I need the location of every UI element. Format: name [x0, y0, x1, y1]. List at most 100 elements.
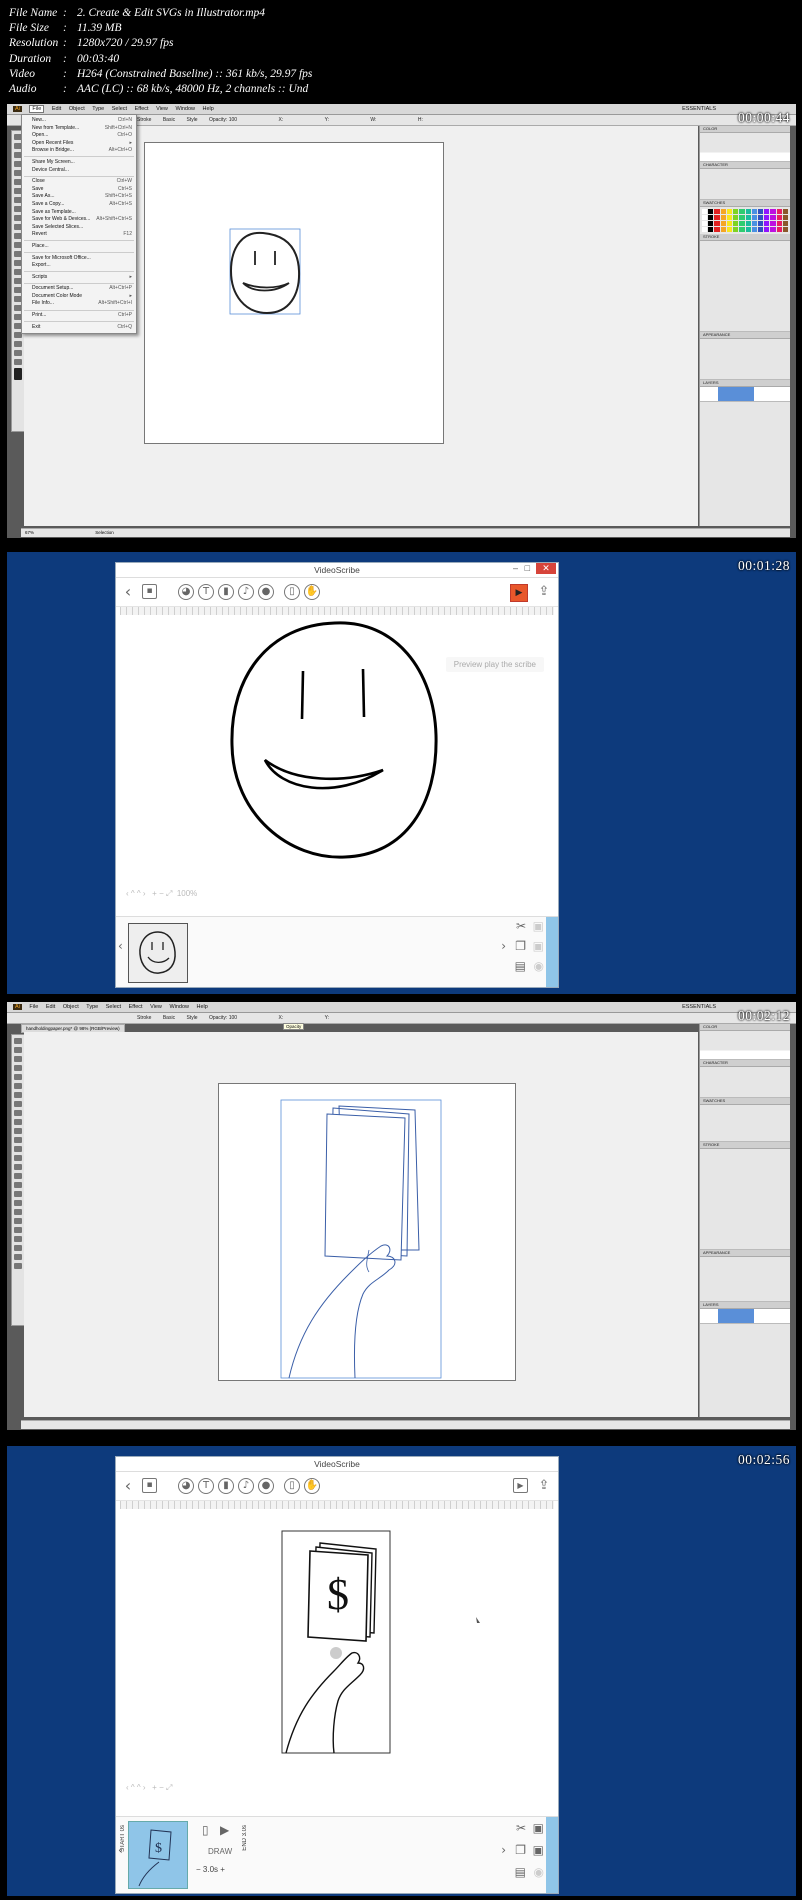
color-swatch[interactable]	[714, 215, 720, 220]
rotate-icon[interactable]	[14, 1137, 22, 1143]
workspace-switcher[interactable]: ESSENTIALS	[682, 104, 716, 114]
color-swatch[interactable]	[714, 227, 720, 232]
swatches-panel-collapsed[interactable]	[700, 1105, 790, 1142]
stroke-panel[interactable]	[700, 1149, 790, 1250]
color-swatch[interactable]	[702, 215, 708, 220]
paste-icon[interactable]: ▤	[515, 1865, 526, 1879]
layers-panel-tab[interactable]: LAYERS	[700, 1302, 790, 1309]
color-swatch[interactable]	[720, 227, 726, 232]
color-swatch[interactable]	[751, 215, 757, 220]
color-swatch[interactable]	[776, 221, 782, 226]
swatches-panel-tab[interactable]: SWATCHES	[700, 200, 790, 207]
style-select[interactable]: Style	[186, 1015, 197, 1021]
hand-icon[interactable]	[14, 350, 22, 356]
color-swatch[interactable]	[733, 221, 739, 226]
pencil-icon[interactable]	[14, 1119, 22, 1125]
paintbrush-icon[interactable]	[14, 1110, 22, 1116]
copy-icon[interactable]: ❐	[515, 939, 526, 953]
properties-tab[interactable]	[546, 917, 558, 987]
document-canvas[interactable]	[24, 1032, 698, 1417]
color-swatch[interactable]	[726, 215, 733, 220]
layers-panel[interactable]	[700, 1309, 790, 1324]
y-field[interactable]: Y:	[325, 1015, 329, 1021]
swatches-panel-tab[interactable]: SWATCHES	[700, 1098, 790, 1105]
color-panel[interactable]	[700, 1031, 790, 1060]
scale-icon[interactable]	[14, 1146, 22, 1152]
color-swatch[interactable]	[757, 227, 764, 232]
menu-type[interactable]: Type	[86, 1004, 98, 1010]
color-swatch[interactable]	[776, 227, 782, 232]
color-swatch[interactable]	[782, 209, 788, 214]
smiley-drawing[interactable]	[145, 143, 443, 443]
save-icon[interactable]: ▪	[142, 584, 157, 599]
artboard-icon[interactable]	[14, 1236, 22, 1242]
hand-select-icon[interactable]: ✋	[304, 1478, 320, 1494]
zoom-controls[interactable]: ‹ ^ ^ › + − ⤢ 100%	[126, 889, 197, 899]
timeline-right-arrow[interactable]: ›	[501, 939, 506, 953]
type-tool-icon[interactable]	[14, 1083, 22, 1089]
lasso-icon[interactable]	[14, 1065, 22, 1071]
slice-icon[interactable]	[14, 341, 22, 347]
color-swatch[interactable]	[751, 227, 757, 232]
opacity-field[interactable]: Opacity: 100	[209, 117, 237, 123]
file-menu-item[interactable]: Revert F12	[22, 231, 136, 239]
play-preview-button[interactable]: ▶	[510, 584, 528, 602]
gradient-icon[interactable]	[14, 1200, 22, 1206]
file-menu-item[interactable]: Open... Ctrl+O	[22, 132, 136, 140]
color-swatch[interactable]	[770, 221, 776, 226]
eraser-icon[interactable]	[14, 1128, 22, 1134]
file-menu-item[interactable]: Open Recent Files ▸	[22, 140, 136, 148]
menu-effect[interactable]: Effect	[129, 1004, 143, 1010]
file-menu-item[interactable]: New from Template... Shift+Ctrl+N	[22, 125, 136, 133]
color-swatch[interactable]	[733, 209, 739, 214]
color-panel-tab[interactable]: COLOR	[700, 1024, 790, 1031]
background-icon[interactable]: ▯	[284, 1478, 300, 1494]
menu-help[interactable]: Help	[203, 106, 214, 112]
mesh-icon[interactable]	[14, 1191, 22, 1197]
file-menu-item[interactable]: Save for Microsoft Office...	[22, 255, 136, 263]
canvas-stage[interactable]: Preview play the scribe ‹ ^ ^ › + − ⤢ 10…	[120, 607, 554, 903]
stroke-panel-tab[interactable]: STROKE	[700, 234, 790, 241]
color-swatch[interactable]	[745, 227, 751, 232]
character-panel-tab[interactable]: CHARACTER	[700, 1060, 790, 1067]
color-swatch[interactable]	[739, 215, 745, 220]
add-music-icon[interactable]: ♪	[238, 1478, 254, 1494]
appearance-panel[interactable]	[700, 339, 790, 380]
share-export-icon[interactable]: ⇪	[536, 584, 552, 600]
style-select[interactable]: Style	[186, 117, 197, 123]
menu-select[interactable]: Select	[112, 106, 127, 112]
cut-icon[interactable]: ✂	[516, 1821, 526, 1835]
file-menu-item[interactable]: Save As... Shift+Ctrl+S	[22, 193, 136, 201]
color-swatch[interactable]	[726, 227, 733, 232]
close-icon[interactable]: ✕	[536, 563, 556, 574]
workspace-switcher[interactable]: ESSENTIALS	[682, 1002, 716, 1012]
color-swatch[interactable]	[739, 227, 745, 232]
file-menu-item[interactable]: Save for Web & Devices... Alt+Shift+Ctrl+…	[22, 216, 136, 224]
menu-view[interactable]: View	[150, 1004, 162, 1010]
line-tool-icon[interactable]	[14, 1092, 22, 1098]
menu-type[interactable]: Type	[92, 106, 104, 112]
move-icon[interactable]: ▣	[533, 1843, 544, 1857]
h-field[interactable]: H:	[418, 117, 423, 123]
graph-icon[interactable]	[14, 1182, 22, 1188]
hand-dollar-element[interactable]: $	[120, 1509, 554, 1795]
element-icon[interactable]: ▯	[202, 1823, 209, 1837]
add-music-icon[interactable]: ♪	[238, 584, 254, 600]
file-menu-item[interactable]: New... Ctrl+N	[22, 117, 136, 125]
character-panel[interactable]	[700, 1067, 790, 1098]
hand-select-icon[interactable]: ✋	[304, 584, 320, 600]
menu-file[interactable]: File	[29, 105, 45, 113]
move-icon[interactable]: ▣	[533, 939, 544, 953]
color-swatch[interactable]	[782, 221, 788, 226]
add-image-icon[interactable]: ◕	[178, 584, 194, 600]
timeline-left-arrow[interactable]: ‹	[118, 939, 123, 953]
file-menu-item[interactable]: Document Setup... Alt+Ctrl+P	[22, 285, 136, 293]
color-swatch[interactable]	[708, 215, 714, 220]
color-panel[interactable]	[700, 133, 790, 162]
x-field[interactable]: X:	[278, 1015, 283, 1021]
rectangle-tool-icon[interactable]	[14, 1101, 22, 1107]
zoom-level[interactable]: 67%	[25, 530, 34, 535]
color-swatch[interactable]	[714, 209, 720, 214]
brush-select[interactable]: Basic	[163, 1015, 175, 1021]
color-swatch[interactable]	[720, 215, 726, 220]
